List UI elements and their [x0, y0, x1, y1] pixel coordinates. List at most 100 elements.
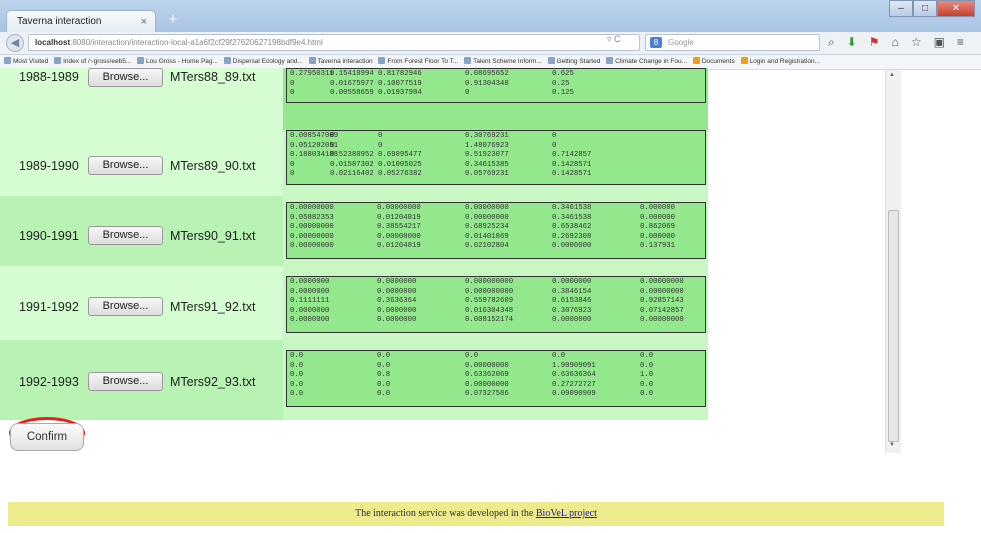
matrix-value: 0.016304348 — [465, 306, 514, 315]
minimize-button[interactable]: – — [889, 0, 913, 17]
biovel-project-link[interactable]: BioVeL project — [536, 508, 597, 519]
matrix-value: 0.01204819 — [377, 213, 421, 222]
matrix-row: 0 0.01675977 0.10077519 0.91304348 0.25 — [290, 80, 702, 90]
bookmark-item[interactable]: Talent Scheme Inform... — [464, 55, 542, 69]
matrix-value: 0.00000000 — [290, 223, 334, 231]
matrix-row: 0 0.02116402 0.05276382 0.05769231 0.1428571 — [290, 170, 702, 180]
year-label: 1989-1990 — [19, 159, 79, 173]
matrix-value: 0.0000000 — [552, 316, 592, 324]
browse-button[interactable]: Browse... — [88, 297, 163, 316]
bookmark-icon — [223, 57, 231, 64]
matrix-row: 0.05882353 0.01204819 0.00000000 0.3461538 0… — [290, 214, 702, 224]
bookmark-item[interactable]: Dispersal Ecology and... — [223, 55, 303, 69]
year-label: 1992-1993 — [19, 375, 79, 389]
matrix-value: 0.0 — [640, 352, 654, 360]
matrix-value: 0.0000000 — [552, 242, 592, 250]
matrix-value: 0.34615385 — [465, 160, 509, 169]
matrix-value: 0.09090909 — [552, 390, 596, 398]
matrix-value: 0.0 — [290, 390, 304, 398]
download-icon[interactable]: ⬇ — [847, 35, 857, 50]
browse-button[interactable]: Browse... — [88, 226, 163, 245]
matrix-value: 0.30769231 — [465, 132, 509, 140]
maximize-button[interactable]: □ — [913, 0, 937, 17]
matrix-row: 0.00000000 0.01204819 0.02102804 0.0000000 0… — [290, 242, 702, 252]
matrix-value: 0 — [378, 141, 383, 150]
scroll-up-icon[interactable]: ▲ — [889, 72, 895, 78]
file-name: MTers88_89.txt — [170, 70, 256, 84]
transition-matrix: 0.00000000 0.00000000 0.00000000 0.3461538 0… — [286, 202, 706, 259]
search-icon[interactable]: ⌕ — [828, 35, 835, 50]
bookmark-item[interactable]: From Forest Floor To T... — [378, 55, 458, 69]
address-bar[interactable]: localhost:8080/interaction/interaction-l… — [28, 34, 640, 51]
browse-button[interactable]: Browse... — [88, 372, 163, 391]
bookmark-item[interactable]: Documents — [692, 55, 735, 69]
confirm-button[interactable]: Confirm — [10, 423, 84, 451]
matrix-value: 0.00000000 — [377, 204, 421, 212]
star-icon[interactable]: ☆ — [911, 35, 922, 50]
matrix-value: 0.0 — [290, 380, 304, 389]
scrollbar-thumb[interactable] — [888, 210, 899, 442]
tab-close-icon[interactable]: × — [141, 11, 147, 33]
matrix-value: 0.01587302 — [330, 160, 374, 169]
page-content: 1988-1989 Browse... MTers88_89.txt 0.279503… — [0, 68, 981, 533]
year-label: 1988-1989 — [19, 70, 79, 84]
search-input[interactable]: 8 Google — [645, 34, 820, 51]
bookmark-item[interactable]: Index of /~gross/eeb5... — [54, 55, 131, 69]
bookmarks-icon[interactable]: ▣ — [934, 35, 945, 50]
matrix-value: 0.01204819 — [377, 242, 421, 250]
url-host: localhost — [35, 38, 71, 47]
addon-icon[interactable]: ⚑ — [869, 35, 880, 50]
bookmark-item[interactable]: Climate Change in Fou... — [606, 55, 687, 69]
matrix-row: 0.00000000 0.00000000 0.00000000 0.3461538 0… — [290, 204, 702, 214]
close-window-button[interactable]: ✕ — [937, 0, 975, 17]
bookmark-icon — [464, 57, 472, 64]
tab-taverna-interaction[interactable]: Taverna interaction × — [6, 10, 156, 32]
file-name: MTers90_91.txt — [170, 229, 256, 243]
matrix-value: 0.05882353 — [290, 213, 334, 222]
matrix-value: 0 — [378, 132, 383, 140]
menu-icon[interactable]: ≡ — [957, 35, 964, 50]
matrix-row: 0.0 0.0 0.07327586 0.09090909 0.0 — [290, 390, 702, 400]
upload-row: 1992-1993 Browse... MTers92_93.txt 0.0 0.0 0.… — [0, 340, 708, 420]
matrix-value: 0.000000 — [640, 204, 676, 212]
bookmark-item[interactable]: Login and Registration... — [740, 55, 820, 69]
matrix-value: 0.15418994 — [330, 70, 374, 78]
matrix-value: 0.38554217 — [377, 223, 421, 231]
matrix-value: 0.0000000 — [290, 278, 330, 286]
matrix-value: 0 — [330, 132, 335, 140]
matrix-value: 0.91304348 — [465, 79, 509, 88]
search-placeholder: Google — [668, 38, 694, 47]
google-icon: 8 — [650, 37, 662, 48]
matrix-value: 0.01401869 — [465, 232, 509, 241]
bookmark-item[interactable]: Most Visited — [4, 55, 48, 69]
matrix-row: 0 0.00558659 0.01937984 0 0.125 — [290, 89, 702, 99]
matrix-value: 0.6153846 — [552, 297, 592, 305]
matrix-value: 0.000000000 — [465, 287, 514, 296]
matrix-value: 0.0 — [377, 390, 391, 398]
new-tab-button[interactable]: + — [160, 10, 186, 30]
year-label: 1991-1992 — [19, 300, 79, 314]
bookmark-icon — [378, 57, 386, 64]
browse-button[interactable]: Browse... — [88, 156, 163, 175]
bookmark-item[interactable]: Taverna interaction — [308, 55, 373, 69]
matrix-value: 0.01005025 — [378, 160, 422, 169]
bookmark-item[interactable]: Getting Started — [547, 55, 600, 69]
matrix-value: 0.6538462 — [552, 223, 592, 231]
matrix-row: 0.00000000 0.38554217 0.68925234 0.6538462 0… — [290, 223, 702, 233]
scrollbar[interactable]: ▲ ▼ — [885, 70, 901, 453]
bookmark-item[interactable]: Lou Gross - Home Pag... — [137, 55, 218, 69]
matrix-value: 0.00000000 — [465, 361, 509, 370]
matrix-value: 0 — [290, 160, 295, 169]
folder-icon — [740, 57, 748, 64]
scroll-down-icon[interactable]: ▼ — [889, 442, 895, 448]
reload-icon[interactable]: ▿ C — [607, 34, 621, 45]
matrix-value: 0.05276382 — [378, 170, 422, 178]
matrix-value: 0.559782609 — [465, 297, 514, 305]
transition-matrix: 0.0 0.0 0.0 0.0 0.0 0.0 0.0 0.00000000 1.9090909… — [286, 350, 706, 407]
matrix-value: 0.00000000 — [290, 242, 334, 250]
back-button[interactable]: ◀ — [6, 34, 24, 52]
matrix-value: 0.0 — [552, 352, 566, 360]
browse-button[interactable]: Browse... — [88, 68, 163, 87]
home-icon[interactable]: ⌂ — [892, 35, 899, 50]
matrix-value: 0.00000000 — [465, 213, 509, 222]
